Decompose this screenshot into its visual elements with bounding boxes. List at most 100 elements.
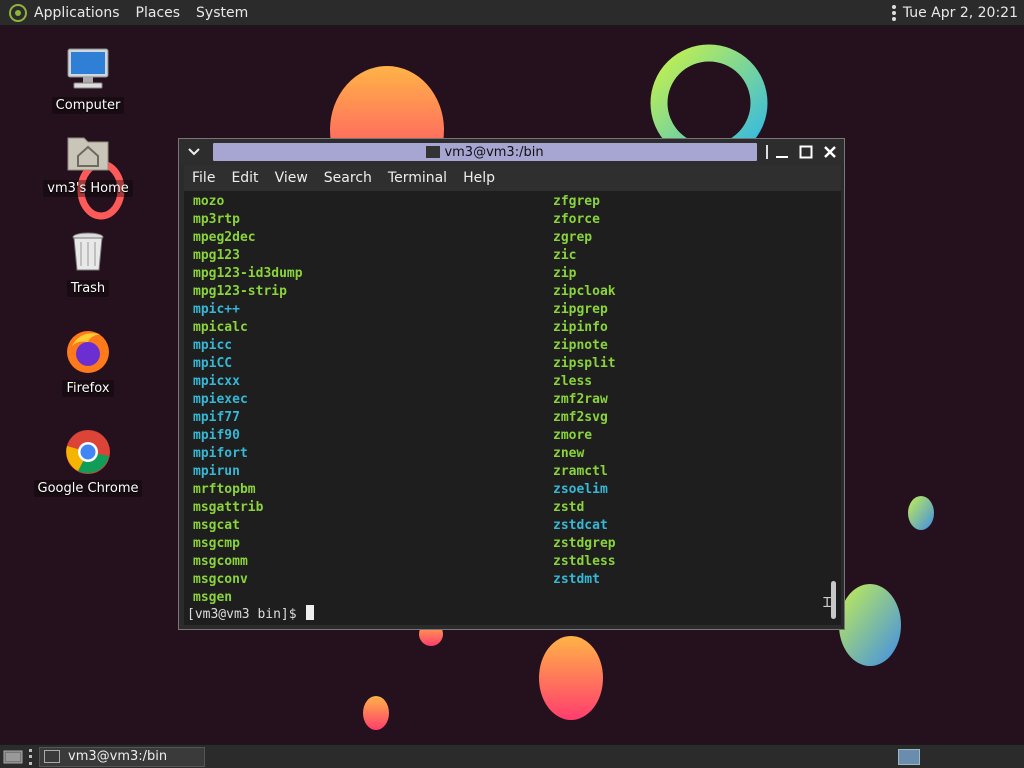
window-menu-button[interactable] — [179, 139, 209, 165]
output-line: mp3rtp — [193, 212, 240, 227]
top-panel: Applications Places System Tue Apr 2, 20… — [0, 0, 1024, 26]
output-line: mpirun — [193, 464, 240, 479]
output-line: zmf2raw — [553, 392, 608, 407]
places-menu[interactable]: Places — [136, 5, 181, 21]
menu-terminal[interactable]: Terminal — [380, 170, 455, 186]
output-line: mpic++ — [193, 302, 240, 317]
output-line: zstdless — [553, 554, 616, 569]
desktop-icon-computer[interactable]: Computer — [33, 45, 143, 114]
output-line: zless — [553, 374, 593, 389]
desktop-icon-label: Trash — [66, 280, 110, 297]
output-line: zstdmt — [553, 572, 600, 587]
panel-handle-icon[interactable] — [891, 5, 897, 21]
desktop-icon-firefox[interactable]: Firefox — [33, 328, 143, 397]
output-line: zipinfo — [553, 320, 608, 335]
output-line: znew — [553, 446, 585, 461]
menu-view[interactable]: View — [267, 170, 316, 186]
output-line: mpicc — [193, 338, 233, 353]
title-separator — [766, 145, 768, 159]
output-line: zipgrep — [553, 302, 608, 317]
output-line: mpiCC — [193, 356, 233, 371]
output-line: zramctl — [553, 464, 608, 479]
output-line: msgcmp — [193, 536, 240, 551]
terminal-window[interactable]: vm3@vm3:/bin File Edit View Search Termi… — [178, 138, 845, 630]
applications-menu[interactable]: Applications — [34, 5, 120, 21]
output-line: mpif90 — [193, 428, 240, 443]
maximize-button[interactable] — [796, 142, 816, 162]
window-title-strip[interactable]: vm3@vm3:/bin — [213, 143, 757, 161]
output-line: mrftopbm — [193, 482, 256, 497]
close-button[interactable] — [820, 142, 840, 162]
output-line: msgcat — [193, 518, 240, 533]
menu-file[interactable]: File — [184, 170, 223, 186]
close-icon — [824, 146, 836, 158]
desktop-icon-label: Google Chrome — [33, 480, 143, 497]
show-desktop-icon[interactable] — [3, 749, 23, 765]
menu-search[interactable]: Search — [316, 170, 380, 186]
desktop-icon-chrome[interactable]: Google Chrome — [33, 428, 143, 497]
output-line: msgconv — [193, 572, 248, 587]
window-title: vm3@vm3:/bin — [444, 144, 544, 160]
output-line: mpg123-strip — [193, 284, 287, 299]
output-line: zipcloak — [553, 284, 616, 299]
clock[interactable]: Tue Apr 2, 20:21 — [903, 5, 1018, 21]
taskbar-item-terminal[interactable]: vm3@vm3:/bin — [39, 746, 205, 767]
firefox-icon — [67, 331, 109, 373]
output-line: zgrep — [553, 230, 593, 245]
desktop-icon-home[interactable]: vm3's Home — [33, 128, 143, 197]
text-cursor — [306, 605, 315, 620]
chevron-down-icon — [188, 148, 200, 156]
output-column-left: mozo mp3rtp mpeg2dec mpg123 mpg123-id3dump mp… — [193, 193, 303, 607]
output-line: zipsplit — [553, 356, 616, 371]
trash-icon — [72, 232, 104, 271]
output-line: mpeg2dec — [193, 230, 256, 245]
output-line: zstdgrep — [553, 536, 616, 551]
output-line: zfgrep — [553, 194, 600, 209]
home-folder-icon — [67, 137, 109, 171]
workspace-switcher[interactable] — [898, 749, 920, 765]
output-line: zstdcat — [553, 518, 608, 533]
output-line: mpg123 — [193, 248, 240, 263]
terminal-icon — [426, 146, 441, 158]
output-line: msgcomm — [193, 554, 248, 569]
minimize-button[interactable] — [772, 142, 792, 162]
desktop-icon-label: Computer — [51, 97, 125, 114]
menu-help[interactable]: Help — [455, 170, 503, 186]
bottom-panel: vm3@vm3:/bin — [0, 744, 1024, 768]
maximize-icon — [799, 145, 813, 159]
desktop-icon-label: vm3's Home — [43, 180, 133, 197]
chrome-icon — [66, 430, 110, 474]
taskbar-item-label: vm3@vm3:/bin — [68, 749, 168, 764]
output-line: zipnote — [553, 338, 608, 353]
output-line: zmore — [553, 428, 593, 443]
output-line: zic — [553, 248, 577, 263]
ibeam-cursor-icon: Ɪ — [823, 595, 831, 611]
output-line: mpicalc — [193, 320, 248, 335]
output-line: zsoelim — [553, 482, 608, 497]
terminal-icon — [44, 750, 60, 763]
system-menu[interactable]: System — [196, 5, 248, 21]
output-line: mozo — [193, 194, 225, 209]
terminal-output[interactable]: mozo mp3rtp mpeg2dec mpg123 mpg123-id3dump mp… — [184, 191, 841, 625]
desktop-icon-label: Firefox — [62, 380, 114, 397]
output-line: mpg123-id3dump — [193, 266, 303, 281]
terminal-menubar: File Edit View Search Terminal Help — [184, 165, 841, 191]
taskbar-grip-icon[interactable] — [29, 748, 33, 765]
window-titlebar[interactable]: vm3@vm3:/bin — [179, 139, 844, 165]
output-line: msgattrib — [193, 500, 264, 515]
output-line: mpif77 — [193, 410, 240, 425]
output-line: zstd — [553, 500, 585, 515]
scrollbar-thumb[interactable] — [831, 581, 836, 619]
shell-prompt[interactable]: [vm3@vm3 bin]$ — [187, 605, 315, 623]
output-line: mpicxx — [193, 374, 240, 389]
output-line: mpiexec — [193, 392, 248, 407]
output-column-right: zfgrep zforce zgrep zic zip zipcloak zipgrep zi… — [553, 193, 616, 589]
computer-icon — [67, 48, 109, 89]
distro-logo-icon[interactable] — [8, 3, 28, 23]
prompt-text: [vm3@vm3 bin]$ — [187, 607, 305, 622]
menu-edit[interactable]: Edit — [223, 170, 266, 186]
output-line: zforce — [553, 212, 600, 227]
output-line: mpifort — [193, 446, 248, 461]
minimize-icon — [776, 156, 788, 158]
desktop-icon-trash[interactable]: Trash — [33, 228, 143, 297]
